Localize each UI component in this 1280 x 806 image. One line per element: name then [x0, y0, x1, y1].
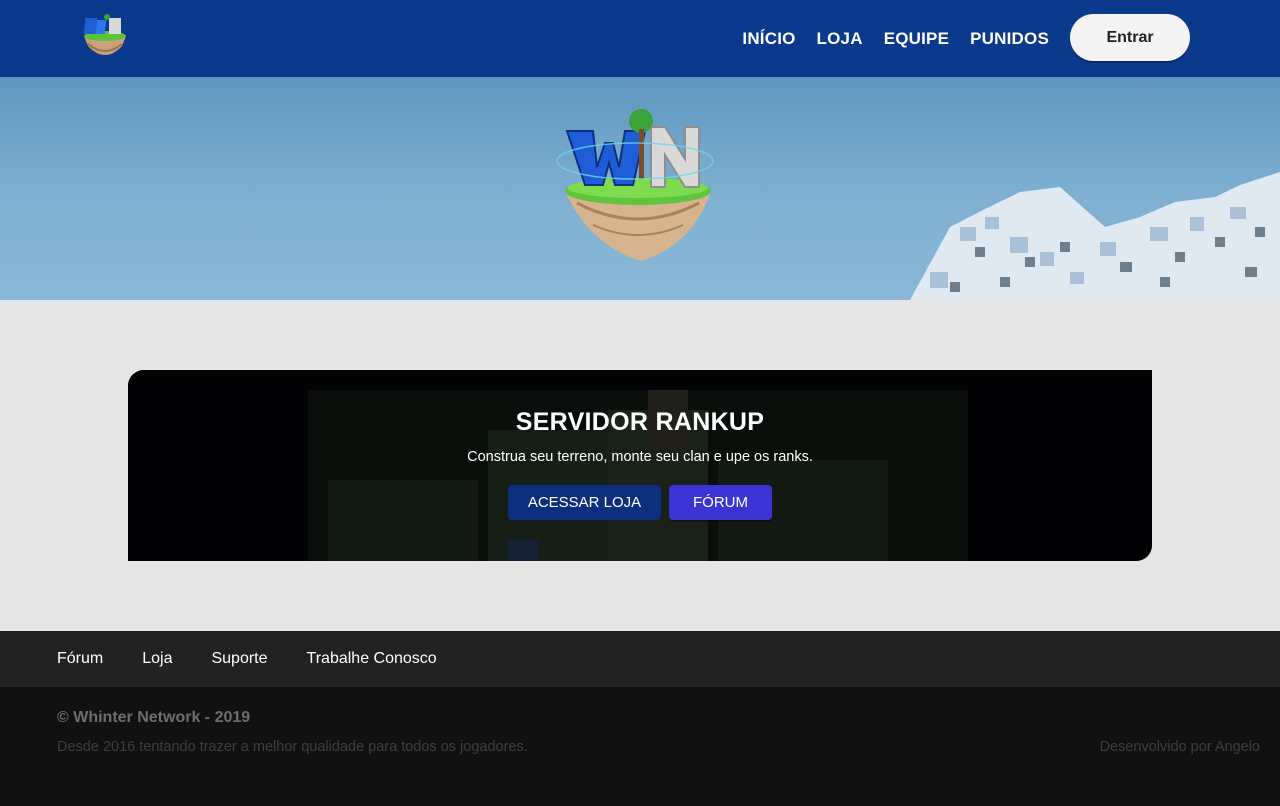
card-buttons: ACESSAR LOJA FÓRUM — [508, 485, 772, 520]
developer-credit: Desenvolvido por Angelo — [1099, 739, 1260, 755]
tagline-text: Desde 2016 tentando trazer a melhor qual… — [57, 739, 528, 755]
navbar: INÍCIO LOJA EQUIPE PUNIDOS Entrar — [0, 0, 1280, 77]
access-shop-button[interactable]: ACESSAR LOJA — [508, 485, 661, 520]
footer-bottom: © Whinter Network - 2019 Desde 2016 tent… — [0, 687, 1280, 806]
nav-link-loja[interactable]: LOJA — [817, 29, 863, 49]
main-content: SERVIDOR RANKUP Construa seu terreno, mo… — [0, 300, 1280, 631]
nav-link-inicio[interactable]: INÍCIO — [742, 29, 795, 49]
login-button[interactable]: Entrar — [1070, 14, 1190, 61]
nav-link-punidos[interactable]: PUNIDOS — [970, 29, 1049, 49]
server-subtitle: Construa seu terreno, monte seu clan e u… — [467, 449, 813, 465]
main-nav: INÍCIO LOJA EQUIPE PUNIDOS — [742, 0, 1049, 77]
server-title: SERVIDOR RANKUP — [515, 408, 765, 436]
footer-link-forum[interactable]: Fórum — [57, 650, 103, 668]
hero-banner — [0, 77, 1280, 300]
forum-button[interactable]: FÓRUM — [669, 485, 772, 520]
footer-link-trabalhe-conosco[interactable]: Trabalhe Conosco — [307, 650, 437, 668]
footer-link-suporte[interactable]: Suporte — [211, 650, 267, 668]
footer-links: Fórum Loja Suporte Trabalhe Conosco — [0, 631, 1280, 687]
nav-link-equipe[interactable]: EQUIPE — [884, 29, 949, 49]
whinter-logo-icon[interactable] — [78, 12, 132, 62]
card-inner: SERVIDOR RANKUP Construa seu terreno, mo… — [128, 370, 1152, 561]
server-card-rankup: SERVIDOR RANKUP Construa seu terreno, mo… — [128, 370, 1152, 561]
footer-link-loja[interactable]: Loja — [142, 650, 172, 668]
whinter-island-logo-icon — [553, 105, 723, 265]
copyright-text: © Whinter Network - 2019 — [57, 709, 251, 726]
